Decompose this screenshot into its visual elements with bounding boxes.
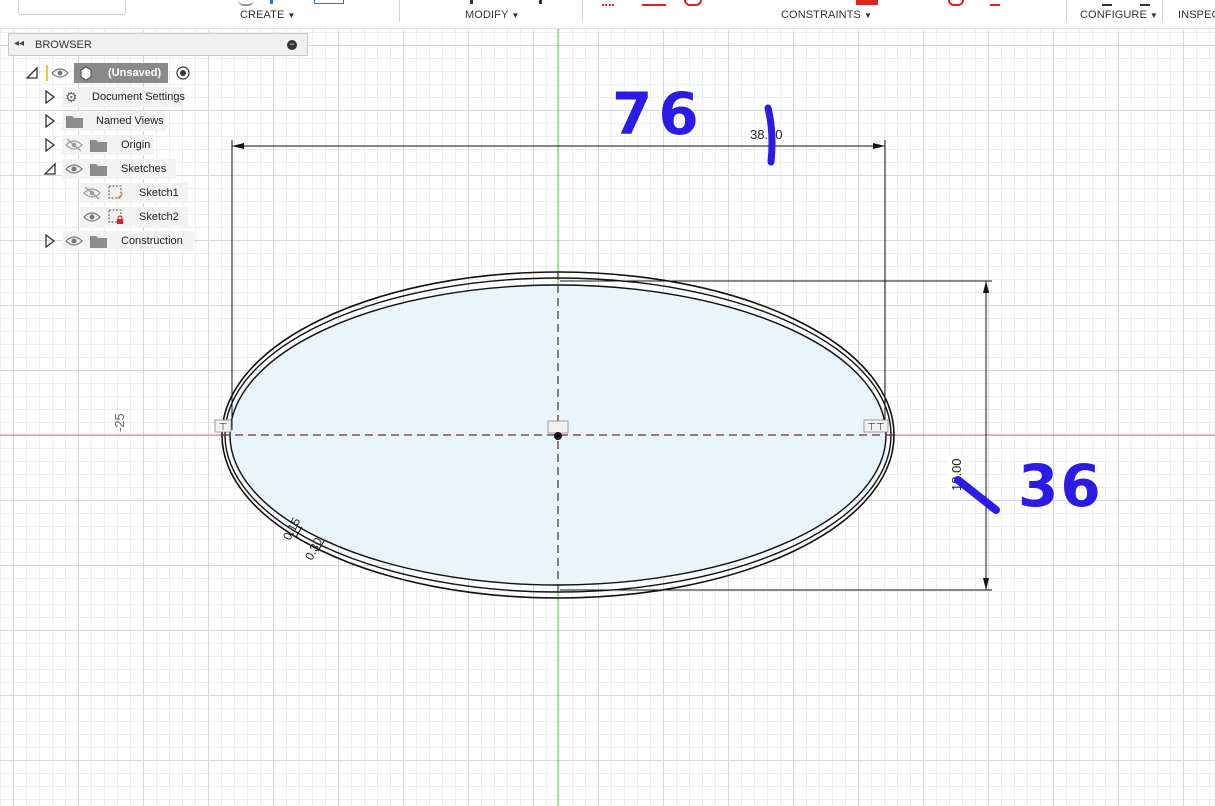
- tree-item-root-label: (Unsaved): [74, 63, 168, 83]
- chevron-down-icon: ▼: [1149, 11, 1158, 20]
- chevron-down-icon: ▼: [863, 11, 872, 20]
- sketch-icon: [108, 185, 123, 199]
- tree-item-label: Origin: [62, 135, 154, 155]
- tree-item-label: Construction: [62, 231, 194, 251]
- minimize-panel-icon[interactable]: −: [287, 40, 297, 50]
- tree-item-root[interactable]: (Unsaved): [8, 63, 208, 83]
- browser-panel: ◂◂ BROWSER − (Unsaved) ⚙ Document Settin…: [8, 33, 308, 251]
- handwritten-stroke: [954, 476, 1000, 514]
- tree-item-named-views[interactable]: Named Views: [8, 111, 208, 131]
- activate-radio-icon[interactable]: [176, 66, 190, 80]
- axis-ruler-label: -25: [112, 413, 127, 432]
- handwritten-stroke: [764, 104, 776, 166]
- tree-item-label: Sketch1: [80, 183, 188, 203]
- expanded-triangle-icon[interactable]: [43, 162, 57, 176]
- tree-item-construction[interactable]: Construction: [8, 231, 208, 251]
- constraint-tool-icon[interactable]: [856, 0, 878, 5]
- toolbar: CREATE ▼ MODIFY ▼ CONSTRAINTS ▼ CONFIGURE ▼ …: [0, 0, 1215, 29]
- arrow-left-icon: [232, 143, 244, 149]
- tree-item-origin[interactable]: Origin: [8, 135, 208, 155]
- tree-item-sketches[interactable]: Sketches: [8, 159, 208, 179]
- svg-text:⊤: ⊤: [219, 422, 228, 433]
- toolbar-divider: [399, 0, 400, 22]
- arrow-down-icon: [983, 578, 989, 590]
- handwritten-width-note: 76: [612, 80, 705, 148]
- toolbar-divider: [582, 0, 583, 22]
- tree-item-document-settings[interactable]: ⚙ Document Settings: [8, 87, 208, 107]
- handwritten-height-note: 36: [1018, 452, 1103, 520]
- eye-icon[interactable]: [65, 162, 83, 176]
- folder-icon: [90, 140, 107, 152]
- collapsed-triangle-icon[interactable]: [43, 138, 57, 152]
- toolbar-divider: [1066, 0, 1067, 22]
- constraint-tool-icon[interactable]: [642, 0, 666, 6]
- svg-text:⊤⊤: ⊤⊤: [867, 422, 884, 433]
- chevron-down-icon: ▼: [287, 11, 296, 20]
- constraint-tool-icon[interactable]: [684, 0, 702, 6]
- coincident-constraint-icon[interactable]: ⊤⊤: [863, 419, 889, 433]
- inspect-menu[interactable]: INSPECT: [1178, 9, 1215, 21]
- eye-hidden-icon[interactable]: [83, 186, 101, 200]
- folder-icon: [90, 164, 107, 176]
- component-icon: [80, 66, 92, 81]
- tree-item-label: Named Views: [62, 111, 166, 131]
- modify-menu[interactable]: MODIFY ▼: [465, 9, 519, 21]
- gear-icon: ⚙: [65, 89, 78, 105]
- collapsed-triangle-icon[interactable]: [43, 234, 57, 248]
- folder-icon: [66, 116, 83, 128]
- coincident-constraint-icon[interactable]: ⊤: [214, 419, 232, 433]
- eye-hidden-icon[interactable]: [65, 138, 83, 152]
- collapse-panel-icon[interactable]: ◂◂: [14, 38, 24, 49]
- constraint-tool-icon[interactable]: [602, 0, 614, 6]
- collapsed-triangle-icon[interactable]: [43, 114, 57, 128]
- tree-item-label: Sketches: [62, 159, 176, 179]
- configure-tool-icon[interactable]: [1102, 0, 1112, 6]
- configure-menu[interactable]: CONFIGURE ▼: [1080, 9, 1158, 21]
- toolbar-divider: [1162, 0, 1163, 22]
- modify-tool-icon[interactable]: [539, 0, 542, 4]
- constraint-tool-icon[interactable]: [990, 0, 1000, 6]
- create-menu[interactable]: CREATE ▼: [240, 9, 295, 21]
- chevron-down-icon: ▼: [511, 11, 520, 20]
- collapsed-triangle-icon[interactable]: [43, 90, 57, 104]
- tree-item-sketch1[interactable]: Sketch1: [8, 183, 208, 203]
- arrow-up-icon: [983, 281, 989, 293]
- tree-item-label: ⚙ Document Settings: [62, 87, 185, 107]
- eye-icon[interactable]: [51, 66, 69, 80]
- expanded-triangle-icon[interactable]: [25, 66, 39, 80]
- sketch-locked-icon: [108, 209, 123, 224]
- arrow-right-icon: [873, 143, 885, 149]
- tree-item-label: Sketch2: [80, 207, 188, 227]
- create-tool-icon[interactable]: [238, 0, 254, 6]
- modify-tool-icon[interactable]: [470, 0, 473, 4]
- browser-header: ◂◂ BROWSER −: [8, 33, 308, 56]
- toolbar-workspace-stub[interactable]: [18, 0, 126, 15]
- eye-icon[interactable]: [83, 210, 101, 224]
- constraint-tool-icon[interactable]: [948, 0, 964, 6]
- active-marker: [46, 65, 48, 81]
- constraints-menu[interactable]: CONSTRAINTS ▼: [781, 9, 872, 21]
- create-tool-icon[interactable]: [314, 0, 344, 4]
- create-tool-icon[interactable]: [270, 0, 273, 4]
- tree-item-sketch2[interactable]: Sketch2: [8, 207, 208, 227]
- eye-icon[interactable]: [65, 234, 83, 248]
- configure-tool-icon[interactable]: [1140, 0, 1150, 6]
- folder-icon: [90, 236, 107, 248]
- browser-title: BROWSER: [35, 39, 92, 51]
